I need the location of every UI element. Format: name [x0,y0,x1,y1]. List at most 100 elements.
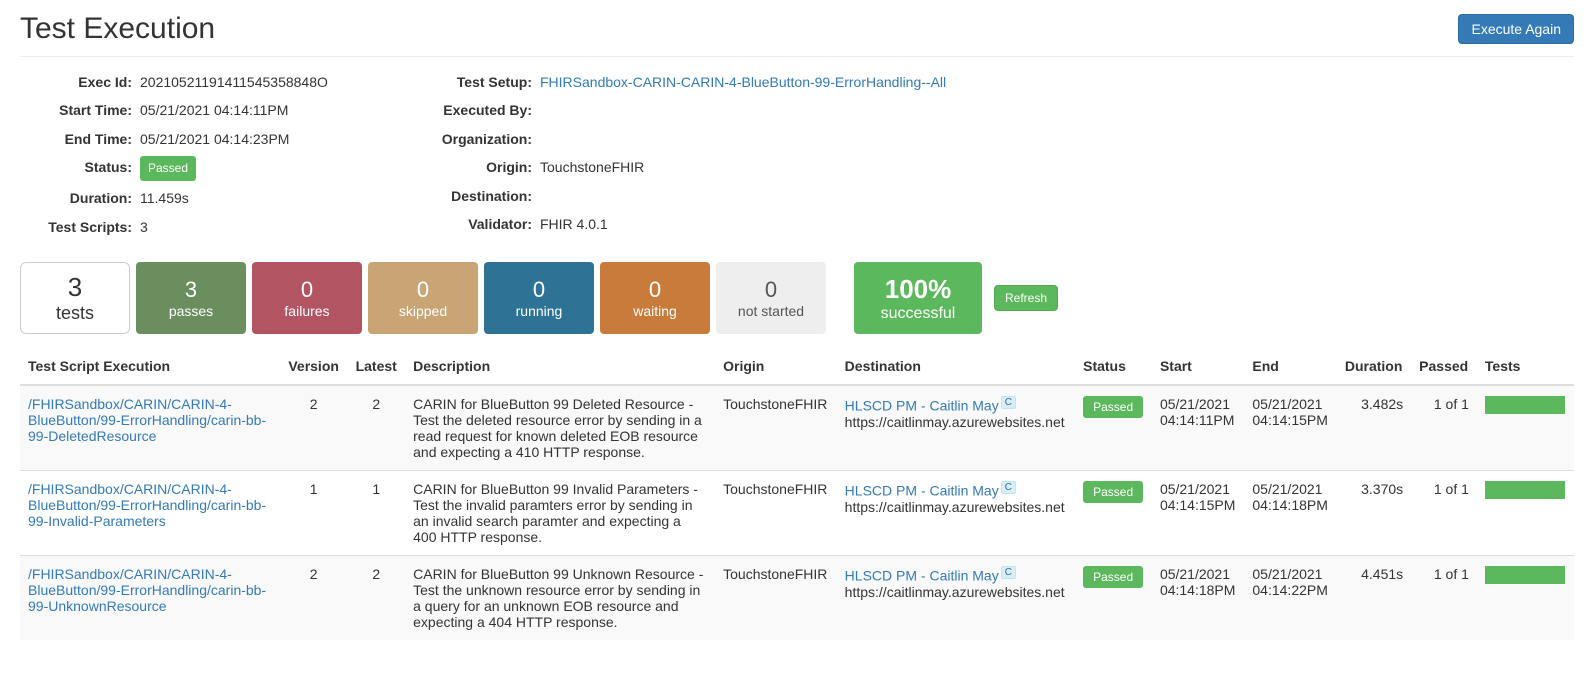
end-time-value: 05/21/2021 04:14:23PM [140,128,289,150]
passed-cell: 1 of 1 [1411,556,1477,641]
summary-waiting-num: 0 [649,277,661,303]
destination-badge-icon: C [1001,481,1016,494]
summary-passes-label: passes [169,303,213,319]
duration-label: Duration: [20,187,140,209]
status-value: Passed [140,156,196,181]
summary-skipped-num: 0 [417,277,429,303]
th-description: Description [405,348,715,385]
test-setup-link[interactable]: FHIRSandbox-CARIN-CARIN-4-BlueButton-99-… [540,74,946,90]
summary-success-label: successful [881,305,956,323]
description-cell: CARIN for BlueButton 99 Deleted Resource… [405,385,715,471]
executed-by-label: Executed By: [420,99,540,121]
summary-passes-num: 3 [185,277,197,303]
destination-link[interactable]: HLSCD PM - Caitlin May [845,398,999,414]
description-cell: CARIN for BlueButton 99 Invalid Paramete… [405,471,715,556]
script-link[interactable]: /FHIRSandbox/CARIN/CARIN-4-BlueButton/99… [28,481,266,529]
script-link[interactable]: /FHIRSandbox/CARIN/CARIN-4-BlueButton/99… [28,396,266,444]
summary-notstarted[interactable]: 0 not started [716,262,826,334]
th-script: Test Script Execution [20,348,280,385]
info-col-right: Test Setup: FHIRSandbox-CARIN-CARIN-4-Bl… [420,71,946,244]
origin-cell: TouchstoneFHIR [715,385,837,471]
destination-link[interactable]: HLSCD PM - Caitlin May [845,568,999,584]
destination-link[interactable]: HLSCD PM - Caitlin May [845,483,999,499]
table-row: /FHIRSandbox/CARIN/CARIN-4-BlueButton/99… [20,471,1574,556]
refresh-button[interactable]: Refresh [994,285,1058,311]
duration-cell: 3.482s [1337,385,1411,471]
status-badge: Passed [140,156,196,181]
summary-skipped-label: skipped [399,303,447,319]
results-table: Test Script Execution Version Latest Des… [20,348,1574,640]
page-header: Test Execution Execute Again [20,12,1574,57]
progress-bar [1485,481,1565,499]
destination-url: https://caitlinmay.azurewebsites.net [845,414,1065,430]
script-link[interactable]: /FHIRSandbox/CARIN/CARIN-4-BlueButton/99… [28,566,266,614]
summary-success: 100% successful [854,262,982,334]
row-status-badge: Passed [1083,481,1143,503]
summary-failures[interactable]: 0 failures [252,262,362,334]
progress-bar [1485,396,1565,414]
summary-failures-num: 0 [301,277,313,303]
description-cell: CARIN for BlueButton 99 Unknown Resource… [405,556,715,641]
execute-again-button[interactable]: Execute Again [1458,14,1574,44]
start-time-label: Start Time: [20,99,140,121]
summary-tests-label: tests [56,303,94,324]
th-latest: Latest [347,348,405,385]
version-cell: 1 [280,471,347,556]
origin-cell: TouchstoneFHIR [715,556,837,641]
summary-notstarted-num: 0 [765,277,777,303]
row-status-badge: Passed [1083,566,1143,588]
summary-notstarted-label: not started [738,303,804,319]
summary-passes[interactable]: 3 passes [136,262,246,334]
table-row: /FHIRSandbox/CARIN/CARIN-4-BlueButton/99… [20,556,1574,641]
th-origin: Origin [715,348,837,385]
summary-running-num: 0 [533,277,545,303]
version-cell: 2 [280,556,347,641]
summary-tests[interactable]: 3 tests [20,262,130,334]
th-destination: Destination [837,348,1075,385]
th-start: Start [1152,348,1244,385]
duration-value: 11.459s [140,187,189,209]
validator-label: Validator: [420,213,540,235]
summary-running[interactable]: 0 running [484,262,594,334]
destination-cell: HLSCD PM - Caitlin MayChttps://caitlinma… [837,385,1075,471]
destination-label: Destination: [420,185,540,207]
summary-skipped[interactable]: 0 skipped [368,262,478,334]
passed-cell: 1 of 1 [1411,471,1477,556]
destination-cell: HLSCD PM - Caitlin MayChttps://caitlinma… [837,556,1075,641]
status-cell: Passed [1075,471,1152,556]
test-scripts-value: 3 [140,216,148,238]
tests-cell [1477,556,1574,641]
test-scripts-label: Test Scripts: [20,216,140,238]
th-end: End [1244,348,1336,385]
end-cell: 05/21/202104:14:22PM [1244,556,1336,641]
end-cell: 05/21/202104:14:15PM [1244,385,1336,471]
start-cell: 05/21/202104:14:18PM [1152,556,1244,641]
test-setup-label: Test Setup: [420,71,540,93]
exec-id-label: Exec Id: [20,71,140,93]
th-passed: Passed [1411,348,1477,385]
th-status: Status [1075,348,1152,385]
latest-cell: 2 [347,385,405,471]
summary-waiting-label: waiting [633,303,677,319]
validator-value: FHIR 4.0.1 [540,213,608,235]
start-cell: 05/21/202104:14:11PM [1152,385,1244,471]
th-version: Version [280,348,347,385]
progress-bar [1485,566,1565,584]
end-cell: 05/21/202104:14:18PM [1244,471,1336,556]
origin-cell: TouchstoneFHIR [715,471,837,556]
destination-badge-icon: C [1001,566,1016,579]
summary-success-num: 100% [885,274,952,305]
row-status-badge: Passed [1083,396,1143,418]
duration-cell: 4.451s [1337,556,1411,641]
destination-cell: HLSCD PM - Caitlin MayChttps://caitlinma… [837,471,1075,556]
summary-running-label: running [516,303,563,319]
status-label: Status: [20,156,140,181]
info-col-left: Exec Id: 20210521191411545358848O Start … [20,71,400,244]
th-duration: Duration [1337,348,1411,385]
summary-row: 3 tests 3 passes 0 failures 0 skipped 0 … [20,262,1574,334]
status-cell: Passed [1075,556,1152,641]
tests-cell [1477,471,1574,556]
origin-label: Origin: [420,156,540,178]
summary-waiting[interactable]: 0 waiting [600,262,710,334]
end-time-label: End Time: [20,128,140,150]
